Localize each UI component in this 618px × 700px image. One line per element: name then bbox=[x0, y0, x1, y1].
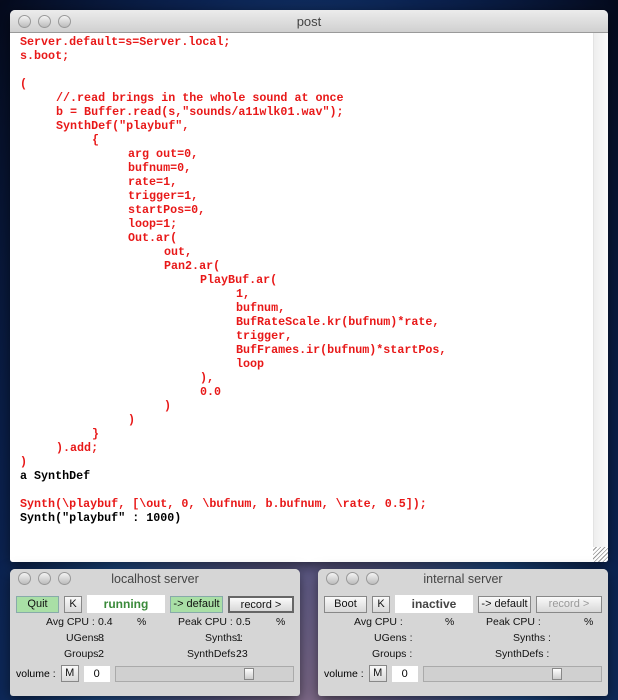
code-line: out, bbox=[164, 245, 193, 259]
synthdefs-label: SynthDefs : bbox=[187, 648, 242, 660]
code-line: BufFrames.ir(bufnum)*startPos, bbox=[236, 343, 447, 357]
slider-thumb[interactable] bbox=[243, 667, 254, 680]
code-line: trigger, bbox=[236, 329, 293, 343]
code-line: { bbox=[92, 133, 100, 147]
close-icon[interactable] bbox=[18, 15, 31, 28]
zoom-icon[interactable] bbox=[58, 15, 71, 28]
code-line: //.read brings in the whole sound at onc… bbox=[56, 91, 344, 105]
record-button[interactable]: record > bbox=[536, 595, 602, 613]
code-text[interactable]: Server.default=s=Server.local; s.boot; ( //… bbox=[16, 35, 446, 525]
code-editor[interactable]: Server.default=s=Server.local; s.boot; ( //… bbox=[10, 33, 608, 562]
code-line: Synth("playbuf" : 1000) bbox=[20, 511, 182, 525]
code-line: arg out=0, bbox=[128, 147, 199, 161]
code-line: loop=1; bbox=[128, 217, 178, 231]
code-line: Pan2.ar( bbox=[164, 259, 221, 273]
code-line: a SynthDef bbox=[20, 469, 91, 483]
volume-slider[interactable] bbox=[114, 665, 294, 682]
peak-cpu-percent: % bbox=[276, 616, 286, 628]
code-line: bufnum=0, bbox=[128, 161, 192, 175]
volume-field[interactable]: 0 bbox=[391, 665, 418, 682]
groups-label: Groups : bbox=[372, 648, 413, 660]
localhost-server-window: localhost server Quit K running -> defau… bbox=[10, 569, 300, 696]
code-line: startPos=0, bbox=[128, 203, 206, 217]
code-line: ) bbox=[164, 399, 172, 413]
kill-button[interactable]: K bbox=[372, 595, 390, 613]
boot-button[interactable]: Quit bbox=[16, 595, 59, 613]
avg-cpu-value: 0.4 bbox=[98, 616, 113, 628]
code-line: } bbox=[92, 427, 100, 441]
record-button[interactable]: record > bbox=[228, 595, 294, 613]
code-line: Out.ar( bbox=[128, 231, 178, 245]
code-line: 0.0 bbox=[200, 385, 222, 399]
ugens-label: UGens : bbox=[374, 632, 413, 644]
volume-label: volume : bbox=[16, 667, 56, 680]
code-line: rate=1, bbox=[128, 175, 178, 189]
mute-button[interactable]: M bbox=[368, 665, 387, 682]
close-icon[interactable] bbox=[326, 572, 339, 585]
code-line: 1, bbox=[236, 287, 251, 301]
volume-slider[interactable] bbox=[422, 665, 602, 682]
server-titlebar[interactable]: internal server bbox=[318, 569, 608, 589]
code-line: SynthDef("playbuf", bbox=[56, 119, 190, 133]
avg-cpu-label: Avg CPU : bbox=[354, 616, 403, 628]
synthdefs-label: SynthDefs : bbox=[495, 648, 550, 660]
minimize-icon[interactable] bbox=[346, 572, 359, 585]
zoom-icon[interactable] bbox=[58, 572, 71, 585]
code-line: ), bbox=[200, 371, 215, 385]
code-line: PlayBuf.ar( bbox=[200, 273, 278, 287]
minimize-icon[interactable] bbox=[38, 15, 51, 28]
boot-button[interactable]: Boot bbox=[324, 595, 367, 613]
kill-button[interactable]: K bbox=[64, 595, 82, 613]
code-line: trigger=1, bbox=[128, 189, 199, 203]
code-line: ) bbox=[128, 413, 136, 427]
synths-value: 1 bbox=[236, 632, 242, 644]
code-line: b = Buffer.read(s,"sounds/a11wlk01.wav")… bbox=[56, 105, 344, 119]
ugens-value: 8 bbox=[98, 632, 104, 644]
status-display: running bbox=[87, 595, 165, 613]
window-title: internal server bbox=[423, 572, 503, 586]
post-window: post Server.default=s=Server.local; s.boo… bbox=[10, 10, 608, 562]
peak-cpu-value: 0.5 bbox=[236, 616, 251, 628]
volume-label: volume : bbox=[324, 667, 364, 680]
code-line: bufnum, bbox=[236, 301, 286, 315]
slider-thumb[interactable] bbox=[551, 667, 562, 680]
window-title: post bbox=[296, 14, 322, 29]
minimize-icon[interactable] bbox=[38, 572, 51, 585]
default-button[interactable]: -> default bbox=[478, 595, 531, 613]
default-button[interactable]: -> default bbox=[170, 595, 223, 613]
vertical-scrollbar[interactable] bbox=[593, 33, 608, 562]
code-line: BufRateScale.kr(bufnum)*rate, bbox=[236, 315, 440, 329]
avg-cpu-percent: % bbox=[445, 616, 455, 628]
resize-grip-icon[interactable] bbox=[593, 547, 608, 562]
code-line: s.boot; bbox=[20, 49, 70, 63]
code-line: ).add; bbox=[56, 441, 99, 455]
code-line: ( bbox=[20, 77, 28, 91]
internal-server-window: internal server Boot K inactive -> defau… bbox=[318, 569, 608, 696]
peak-cpu-label: Peak CPU : bbox=[486, 616, 541, 628]
close-icon[interactable] bbox=[18, 572, 31, 585]
code-line: Server.default=s=Server.local; bbox=[20, 35, 231, 49]
peak-cpu-percent: % bbox=[584, 616, 594, 628]
volume-field[interactable]: 0 bbox=[83, 665, 110, 682]
post-titlebar[interactable]: post bbox=[10, 10, 608, 33]
synthdefs-value: 23 bbox=[236, 648, 248, 660]
status-display: inactive bbox=[395, 595, 473, 613]
code-line: ) bbox=[20, 455, 28, 469]
server-titlebar[interactable]: localhost server bbox=[10, 569, 300, 589]
zoom-icon[interactable] bbox=[366, 572, 379, 585]
groups-value: 2 bbox=[98, 648, 104, 660]
code-line: loop bbox=[236, 357, 265, 371]
avg-cpu-percent: % bbox=[137, 616, 147, 628]
window-title: localhost server bbox=[111, 572, 199, 586]
code-line: Synth(\playbuf, [\out, 0, \bufnum, b.buf… bbox=[20, 497, 427, 511]
synths-label: Synths : bbox=[513, 632, 551, 644]
mute-button[interactable]: M bbox=[60, 665, 79, 682]
avg-cpu-label: Avg CPU : bbox=[46, 616, 95, 628]
peak-cpu-label: Peak CPU : bbox=[178, 616, 233, 628]
